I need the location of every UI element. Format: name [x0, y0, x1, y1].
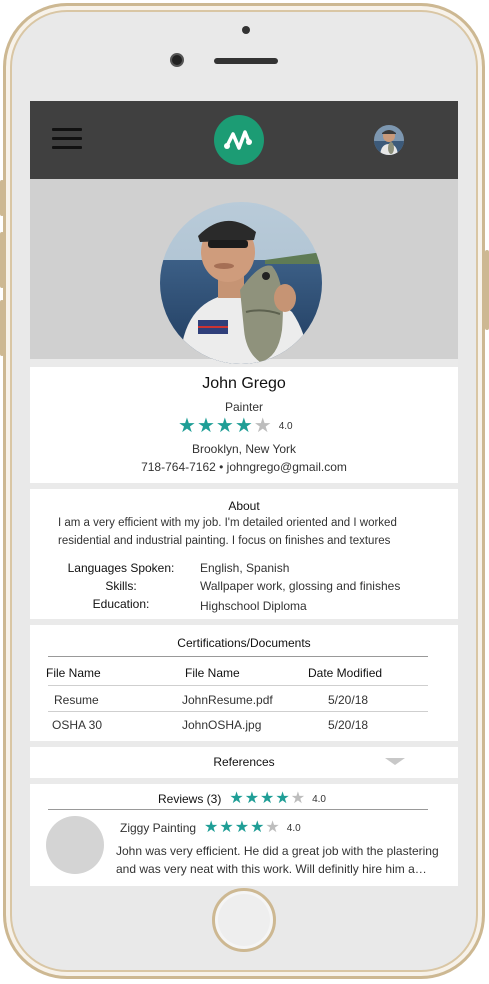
- star-empty-icon: ★: [253, 415, 272, 437]
- column-header: File Name: [185, 666, 240, 680]
- star-empty-icon: ★: [265, 819, 280, 836]
- education-label: Education:: [92, 597, 150, 611]
- file-link[interactable]: JohnOSHA.jpg: [182, 718, 261, 732]
- review-text: John was very efficient. He did a great …: [116, 844, 439, 876]
- volume-up-button: [0, 232, 4, 288]
- divider: [48, 656, 428, 657]
- app-logo-icon[interactable]: [214, 115, 264, 165]
- reviewer-avatar: [46, 816, 104, 874]
- star-empty-icon: ★: [290, 790, 306, 807]
- about-title: About: [228, 499, 260, 513]
- star-icon: ★: [204, 819, 219, 836]
- top-bar: [30, 101, 458, 179]
- languages-value: English, Spanish: [200, 561, 290, 575]
- about-card: About I am a very efficient with my job.…: [30, 489, 458, 619]
- divider: [48, 685, 428, 686]
- profile-contact[interactable]: 718-764-7162 • johngrego@gmail.com: [30, 460, 458, 474]
- certifications-card: Certifications/Documents File Name File …: [30, 625, 458, 741]
- column-header: Date Modified: [308, 666, 383, 680]
- profile-title: Painter: [224, 400, 264, 414]
- reviews-card: Reviews (3) ★ ★ ★ ★ ★ 4.0 Ziggy Painting…: [30, 784, 458, 886]
- power-button: [485, 250, 489, 330]
- star-icon: ★: [229, 790, 244, 807]
- rating-value: 4.0: [286, 822, 301, 834]
- education-value: Highschool Diploma: [200, 599, 307, 613]
- profile-info-card: John Grego Painter ★ ★ ★ ★ ★ 4.0 Brookly…: [30, 367, 458, 483]
- star-icon: ★: [178, 415, 196, 437]
- rating-value: 4.0: [312, 793, 326, 805]
- star-icon: ★: [196, 415, 215, 437]
- proximity-sensor: [242, 26, 250, 34]
- table-cell: OSHA 30: [52, 718, 103, 732]
- table-cell: 5/20/18: [328, 718, 369, 732]
- star-icon: ★: [219, 819, 234, 836]
- user-avatar[interactable]: [374, 125, 404, 155]
- earpiece-speaker: [214, 58, 278, 64]
- star-icon: ★: [215, 415, 234, 437]
- chevron-down-icon[interactable]: [385, 758, 405, 765]
- reviews-title: Reviews (3): [158, 792, 222, 806]
- review-item: Ziggy Painting ★ ★ ★ ★ ★ 4.0: [120, 820, 301, 836]
- column-header: File Name: [46, 666, 101, 680]
- star-icon: ★: [244, 790, 260, 807]
- reviewer-name[interactable]: Ziggy Painting: [120, 821, 196, 835]
- divider: [48, 711, 428, 712]
- profile-photo: [160, 202, 322, 364]
- references-dropdown[interactable]: References: [30, 747, 458, 778]
- rating-value: 4.0: [278, 420, 293, 432]
- star-icon: ★: [275, 790, 290, 807]
- profile-rating: ★ ★ ★ ★ ★ 4.0: [178, 416, 293, 436]
- languages-label: Languages Spoken:: [67, 561, 175, 575]
- volume-down-button: [0, 300, 4, 356]
- front-camera: [170, 53, 184, 67]
- star-icon: ★: [234, 415, 253, 437]
- reviews-header: Reviews (3) ★ ★ ★ ★ ★ 4.0: [158, 791, 326, 807]
- skills-label: Skills:: [105, 579, 137, 593]
- divider: [48, 809, 428, 810]
- mute-switch: [0, 180, 4, 216]
- table-cell: 5/20/18: [328, 693, 369, 707]
- app-screen: John Grego Painter ★ ★ ★ ★ ★ 4.0 Brookly…: [30, 101, 458, 886]
- certifications-title: Certifications/Documents: [177, 636, 311, 650]
- table-cell: Resume: [54, 693, 99, 707]
- star-icon: ★: [260, 790, 275, 807]
- file-link[interactable]: JohnResume.pdf: [182, 693, 273, 707]
- star-icon: ★: [250, 819, 265, 836]
- profile-location: Brooklyn, New York: [191, 442, 297, 456]
- skills-value: Wallpaper work, glossing and finishes: [200, 579, 401, 593]
- about-text: I am a very efficient with my job. I'm d…: [58, 517, 397, 547]
- star-icon: ★: [234, 819, 250, 836]
- hamburger-menu-icon[interactable]: [52, 128, 82, 150]
- profile-name: John Grego: [202, 375, 286, 392]
- home-button[interactable]: [212, 888, 276, 952]
